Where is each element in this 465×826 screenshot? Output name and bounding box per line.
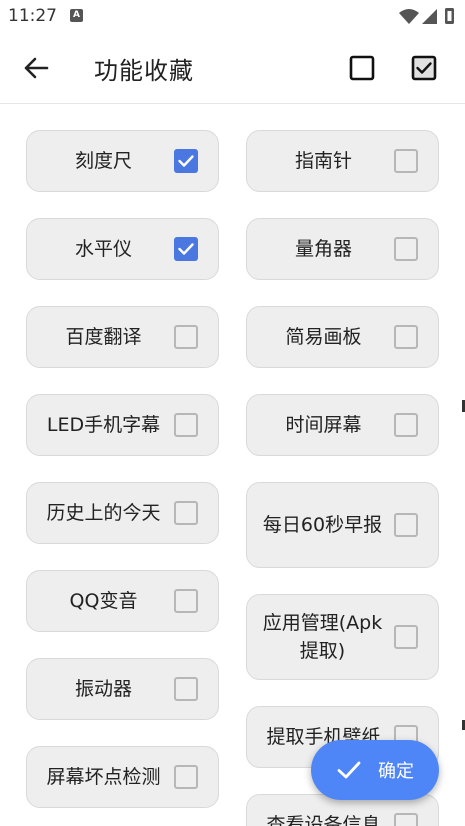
feature-card-qq-voice-changer[interactable]: QQ变音 <box>26 570 219 632</box>
feature-card-app-manager[interactable]: 应用管理(Apk提取) <box>246 594 439 680</box>
feature-card-history-today[interactable]: 历史上的今天 <box>26 482 219 544</box>
notification-icon: A <box>70 9 83 22</box>
feature-label: 振动器 <box>74 678 132 700</box>
feature-card-level[interactable]: 水平仪 <box>26 218 219 280</box>
check-icon <box>336 757 362 783</box>
app-bar: 功能收藏 <box>0 32 465 104</box>
check-icon <box>178 155 194 167</box>
feature-card-drawing-board[interactable]: 简易画板 <box>246 306 439 368</box>
checkbox-unchecked[interactable] <box>394 813 418 826</box>
feature-label: 时间屏幕 <box>285 414 362 436</box>
arrow-left-icon <box>24 57 49 79</box>
feature-label: 屏幕坏点检测 <box>46 766 161 788</box>
feature-label: 刻度尺 <box>74 150 132 172</box>
checkbox-empty-icon <box>349 55 375 81</box>
feature-label: 量角器 <box>294 238 352 260</box>
feature-card-baidu-translate[interactable]: 百度翻译 <box>26 306 219 368</box>
feature-label: 简易画板 <box>285 326 362 348</box>
feature-card-protractor[interactable]: 量角器 <box>246 218 439 280</box>
confirm-label: 确定 <box>378 761 414 782</box>
status-bar: 11:27 A <box>0 0 465 32</box>
confirm-button[interactable]: 确定 <box>311 740 439 800</box>
feature-label: QQ变音 <box>69 590 138 612</box>
feature-label: 查看设备信息 <box>266 814 381 826</box>
signal-battery-icon <box>399 8 454 24</box>
checkbox-unchecked[interactable] <box>394 513 418 537</box>
status-time: 11:27 <box>8 6 57 26</box>
checkbox-checked[interactable] <box>174 237 198 261</box>
checkbox-unchecked[interactable] <box>394 325 418 349</box>
deselect-all-button[interactable] <box>344 50 380 86</box>
select-all-button[interactable] <box>406 50 442 86</box>
checkbox-unchecked[interactable] <box>394 625 418 649</box>
checkbox-unchecked[interactable] <box>174 413 198 437</box>
feature-card-daily-news[interactable]: 每日60秒早报 <box>246 482 439 568</box>
feature-card-vibrator[interactable]: 振动器 <box>26 658 219 720</box>
feature-card-ruler[interactable]: 刻度尺 <box>26 130 219 192</box>
checkbox-unchecked[interactable] <box>394 413 418 437</box>
check-icon <box>178 243 194 255</box>
checkbox-checked-icon <box>411 55 437 81</box>
checkbox-unchecked[interactable] <box>394 149 418 173</box>
feature-label: 指南针 <box>294 150 352 172</box>
checkbox-unchecked[interactable] <box>174 325 198 349</box>
feature-card-dead-pixel-test[interactable]: 屏幕坏点检测 <box>26 746 219 808</box>
page-title: 功能收藏 <box>94 57 194 85</box>
feature-card-time-screen[interactable]: 时间屏幕 <box>246 394 439 456</box>
checkbox-unchecked[interactable] <box>174 501 198 525</box>
feature-label: LED手机字幕 <box>46 414 161 436</box>
checkbox-unchecked[interactable] <box>174 677 198 701</box>
feature-card-compass[interactable]: 指南针 <box>246 130 439 192</box>
checkbox-unchecked[interactable] <box>394 237 418 261</box>
feature-label: 百度翻译 <box>65 326 142 348</box>
checkbox-unchecked[interactable] <box>174 765 198 789</box>
feature-label: 应用管理(Apk提取) <box>262 612 383 662</box>
checkbox-unchecked[interactable] <box>174 589 198 613</box>
feature-label: 每日60秒早报 <box>262 514 383 536</box>
feature-label: 历史上的今天 <box>46 502 161 524</box>
checkbox-checked[interactable] <box>174 149 198 173</box>
back-button[interactable] <box>18 50 54 86</box>
feature-label: 水平仪 <box>74 238 132 260</box>
feature-card-led-subtitle[interactable]: LED手机字幕 <box>26 394 219 456</box>
